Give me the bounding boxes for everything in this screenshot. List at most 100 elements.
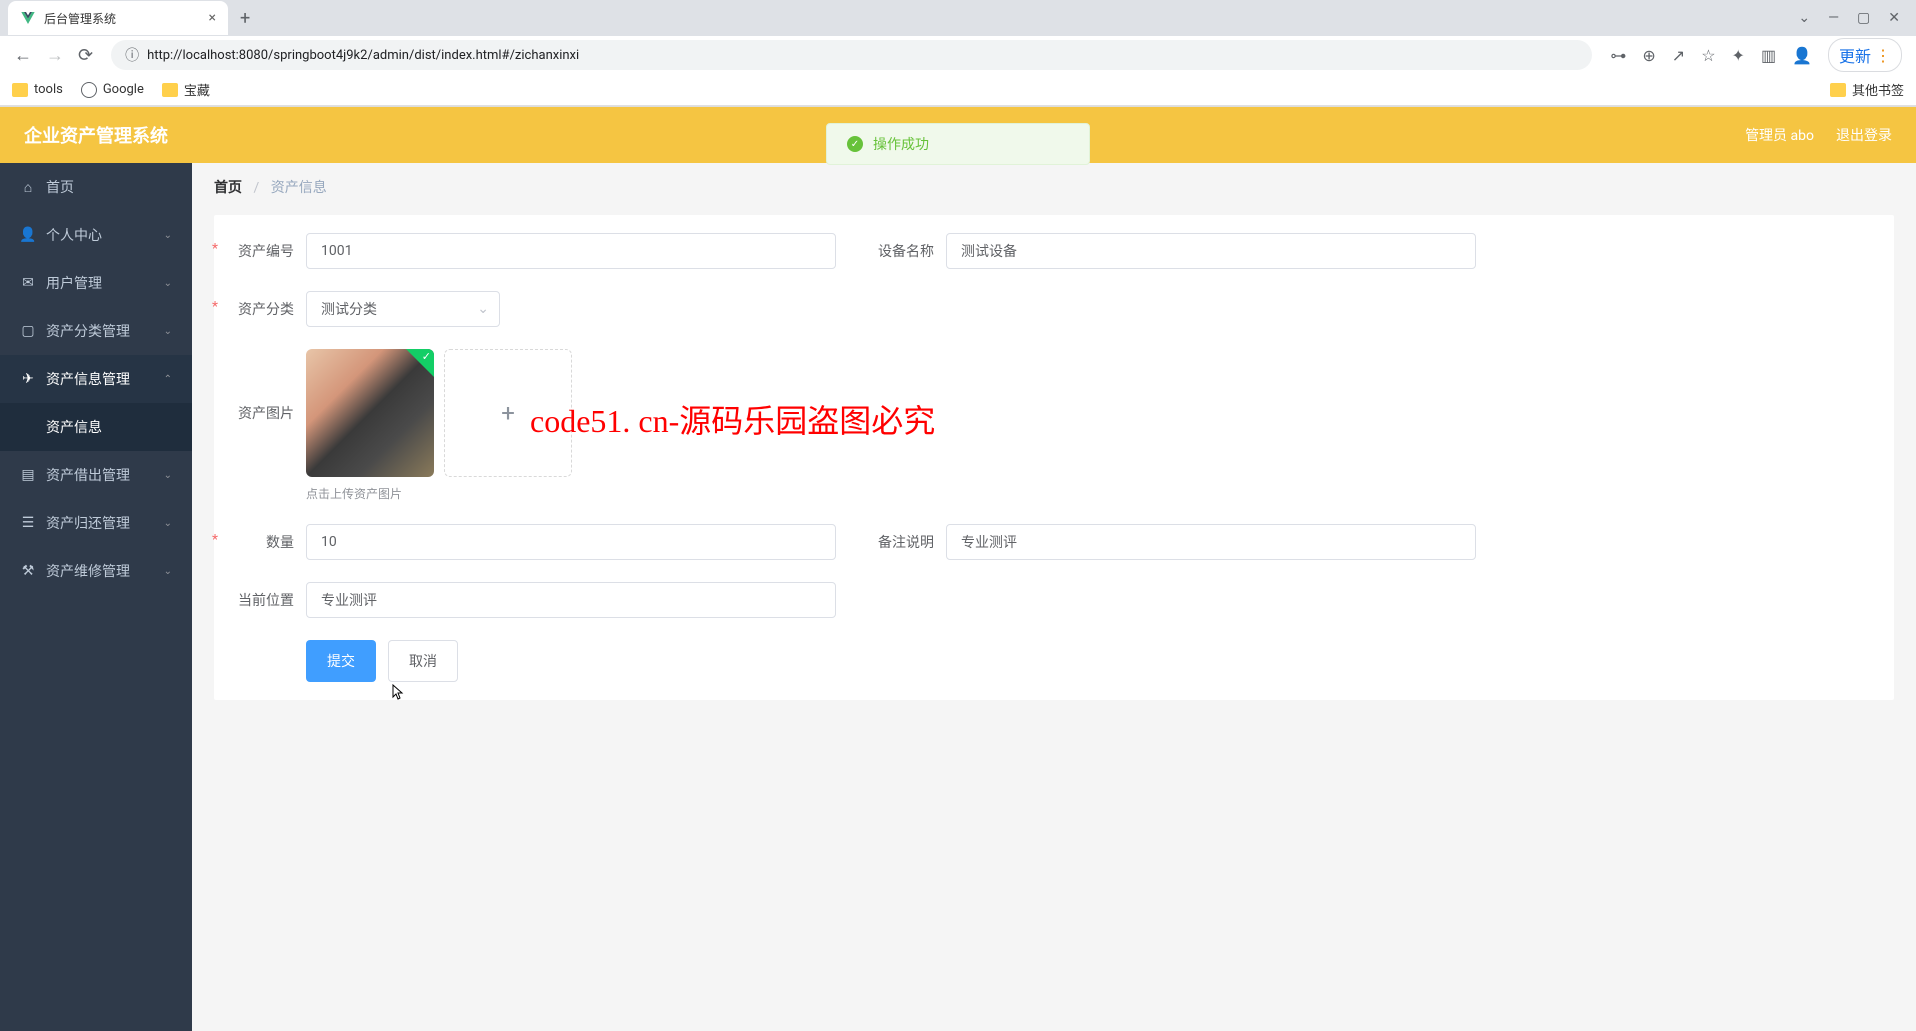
wrench-icon: ⚒ [20,563,36,579]
label-image: 资产图片 [222,349,294,423]
search-icon[interactable]: ⊕ [1642,46,1655,65]
input-device-name[interactable] [946,233,1476,269]
breadcrumb-sep: / [253,180,259,196]
select-category[interactable]: 测试分类 [306,291,500,327]
info-icon[interactable]: ⓘ [125,45,139,65]
label-remark: 备注说明 [862,532,934,552]
form-item-device-name: 设备名称 [854,233,1894,269]
new-tab-button[interactable]: + [228,8,262,29]
send-icon: ✈ [20,371,36,387]
label-device-name: 设备名称 [862,241,934,261]
sidebar: ⌂ 首页 👤 个人中心 ⌄ ✉ 用户管理 ⌄ ▢ 资产分类管理 ⌄ ✈ 资产信息… [0,163,192,1031]
nav-buttons: ← → ⟳ [8,45,99,66]
update-button[interactable]: 更新 [1828,38,1902,72]
chevron-up-icon: ⌃ [164,374,172,385]
url-text: http://localhost:8080/springboot4j9k2/ad… [147,48,1578,63]
cancel-button[interactable]: 取消 [388,640,458,682]
panel-icon[interactable]: ▥ [1761,46,1776,65]
sidebar-item-home[interactable]: ⌂ 首页 [0,163,192,211]
header-right: 管理员 abo 退出登录 [1745,125,1892,145]
tab-bar: 后台管理系统 × + ⌄ — ▢ ✕ [0,0,1916,36]
close-window-icon[interactable]: ✕ [1888,10,1900,26]
window-controls: ⌄ — ▢ ✕ [1782,10,1916,26]
sidebar-item-repair[interactable]: ⚒ 资产维修管理 ⌄ [0,547,192,595]
sidebar-item-return[interactable]: ☰ 资产归还管理 ⌄ [0,499,192,547]
close-icon[interactable]: × [209,10,216,26]
app-title: 企业资产管理系统 [24,122,168,148]
forward-icon[interactable]: → [46,45,64,66]
bookmark-icon[interactable]: ☆ [1701,46,1715,65]
label-category: 资产分类 [222,299,294,319]
bookmark-treasure[interactable]: 宝藏 [162,80,210,99]
back-icon[interactable]: ← [14,45,32,66]
chevron-down-icon: ⌄ [164,566,172,577]
form-item-location: 当前位置 [214,582,854,618]
app-header: 企业资产管理系统 ✓ 操作成功 管理员 abo 退出登录 [0,107,1916,163]
label-location: 当前位置 [222,590,294,610]
form-item-asset-no: 资产编号 [214,233,854,269]
bookmark-bar: tools Google 宝藏 其他书签 [0,74,1916,106]
form-item-image: 资产图片 + [214,349,1894,477]
share-icon[interactable]: ↗ [1672,46,1685,65]
check-icon [406,349,434,377]
input-asset-no[interactable] [306,233,836,269]
main-content: 首页 / 资产信息 资产编号 设备名称 资产分类 测试分类 [192,163,1916,1031]
logout-link[interactable]: 退出登录 [1836,125,1892,145]
list-icon: ▤ [20,467,36,483]
layout: ⌂ 首页 👤 个人中心 ⌄ ✉ 用户管理 ⌄ ▢ 资产分类管理 ⌄ ✈ 资产信息… [0,163,1916,1031]
home-icon: ⌂ [20,179,36,196]
minimize-icon[interactable]: — [1828,10,1839,26]
form-item-quantity: 数量 [214,524,854,560]
form-item-category: 资产分类 测试分类 [214,291,854,327]
sidebar-item-category[interactable]: ▢ 资产分类管理 ⌄ [0,307,192,355]
select-value: 测试分类 [321,299,377,319]
browser-actions: ⊶ ⊕ ↗ ☆ ✦ ▥ 👤 更新 [1604,38,1908,72]
sidebar-item-asset-info[interactable]: ✈ 资产信息管理 ⌃ [0,355,192,403]
breadcrumb-current: 资产信息 [271,180,327,196]
chevron-down-icon: ⌄ [164,326,172,337]
extensions-icon[interactable]: ✦ [1732,46,1745,65]
chevron-down-icon: ⌄ [164,470,172,481]
user-icon: 👤 [20,227,36,243]
submit-button[interactable]: 提交 [306,640,376,682]
browser-tab[interactable]: 后台管理系统 × [8,1,228,35]
mail-icon: ✉ [20,275,36,291]
check-icon: ✓ [847,136,863,152]
upload-tip: 点击上传资产图片 [214,485,1894,502]
browser-chrome: 后台管理系统 × + ⌄ — ▢ ✕ ← → ⟳ ⓘ http://localh… [0,0,1916,107]
success-toast: ✓ 操作成功 [826,123,1090,165]
maximize-icon[interactable]: ▢ [1857,10,1870,26]
sidebar-item-lend[interactable]: ▤ 资产借出管理 ⌄ [0,451,192,499]
upload-add-button[interactable]: + [444,349,572,477]
tab-title: 后台管理系统 [44,10,201,27]
sidebar-item-user[interactable]: ✉ 用户管理 ⌄ [0,259,192,307]
profile-icon[interactable]: 👤 [1792,46,1812,65]
bookmark-tools[interactable]: tools [12,82,63,97]
chevron-down-icon: ⌄ [164,278,172,289]
url-box[interactable]: ⓘ http://localhost:8080/springboot4j9k2/… [111,40,1592,70]
breadcrumb-home[interactable]: 首页 [214,180,242,196]
form-item-remark: 备注说明 [854,524,1894,560]
form-card: 资产编号 设备名称 资产分类 测试分类 资产图片 [214,215,1894,700]
uploaded-image[interactable] [306,349,434,477]
sidebar-subitem-asset-info[interactable]: 资产信息 [0,403,192,451]
input-remark[interactable] [946,524,1476,560]
input-quantity[interactable] [306,524,836,560]
box-icon: ▢ [20,323,36,339]
bookmark-google[interactable]: Google [81,82,144,98]
key-icon[interactable]: ⊶ [1610,46,1626,65]
label-quantity: 数量 [222,532,294,552]
breadcrumb: 首页 / 资产信息 [192,163,1916,211]
form-actions: 提交 取消 [214,640,1894,682]
input-location[interactable] [306,582,836,618]
sidebar-item-profile[interactable]: 👤 个人中心 ⌄ [0,211,192,259]
upload-list: + [306,349,572,477]
user-label[interactable]: 管理员 abo [1745,125,1814,145]
toast-message: 操作成功 [873,134,929,154]
stack-icon: ☰ [20,515,36,531]
bookmark-other[interactable]: 其他书签 [1830,80,1904,99]
dropdown-icon[interactable]: ⌄ [1798,10,1810,26]
chevron-down-icon: ⌄ [164,230,172,241]
reload-icon[interactable]: ⟳ [78,45,93,66]
label-asset-no: 资产编号 [222,241,294,261]
